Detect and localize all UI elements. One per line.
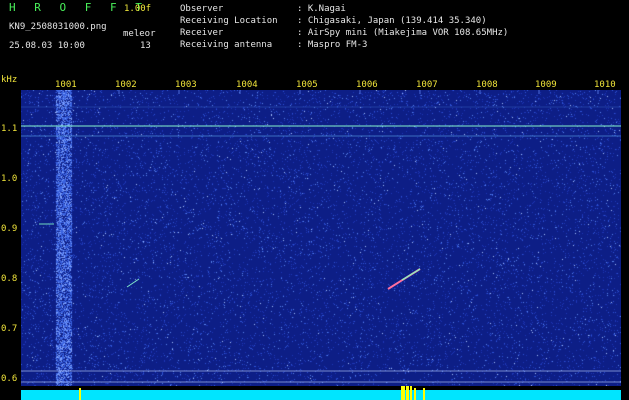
mode-label: meleor xyxy=(123,29,156,39)
x-tick-1008: 1008 xyxy=(476,80,498,90)
meteor-echo-main-tail xyxy=(401,268,421,281)
minute-ticks xyxy=(58,90,599,386)
signal-strength-bar xyxy=(21,386,621,400)
y-tick-0.6: 0.6 xyxy=(1,374,18,384)
info-label-antenna: Receiving antenna xyxy=(180,40,273,50)
filename-label: KN9_2508031000.png xyxy=(9,22,107,32)
x-tick-1006: 1006 xyxy=(356,80,378,90)
y-tick-0.8: 0.8 xyxy=(1,274,18,284)
info-value-antenna: : Maspro FM-3 xyxy=(297,40,368,50)
count-label: 13 xyxy=(140,41,151,51)
datetime-label: 25.08.03 10:00 xyxy=(9,41,85,51)
spectrogram-plot xyxy=(21,90,621,386)
info-label-receiver: Receiver xyxy=(180,28,224,38)
info-value-receiver: : AirSpy mini (Miakejima VOR 108.65MHz) xyxy=(297,28,509,38)
x-tick-1003: 1003 xyxy=(175,80,197,90)
info-label-observer: Observer xyxy=(180,4,224,14)
info-value-location: : Chigasaki, Japan (139.414 35.340) xyxy=(297,16,487,26)
info-label-location: Receiving Location xyxy=(180,16,278,26)
y-tick-0.7: 0.7 xyxy=(1,324,18,334)
x-tick-1002: 1002 xyxy=(115,80,137,90)
y-axis-unit: kHz xyxy=(1,75,18,85)
y-tick-1.1: 1.1 xyxy=(1,124,18,134)
header-panel: H R O F F T 1.00f KN9_2508031000.png mel… xyxy=(0,0,629,76)
spectrogram-overlay xyxy=(21,90,621,386)
meteor-echo-small xyxy=(126,278,140,288)
x-tick-1009: 1009 xyxy=(535,80,557,90)
x-tick-1010: 1010 xyxy=(594,80,616,90)
y-tick-1.0: 1.0 xyxy=(1,174,18,184)
x-tick-1007: 1007 xyxy=(416,80,438,90)
x-tick-1004: 1004 xyxy=(236,80,258,90)
y-tick-0.9: 0.9 xyxy=(1,224,18,234)
version-label: 1.00f xyxy=(124,4,152,14)
info-value-observer: : K.Nagai xyxy=(297,4,346,14)
baseline-bar xyxy=(21,390,621,400)
x-tick-1005: 1005 xyxy=(296,80,318,90)
x-tick-1001: 1001 xyxy=(55,80,77,90)
